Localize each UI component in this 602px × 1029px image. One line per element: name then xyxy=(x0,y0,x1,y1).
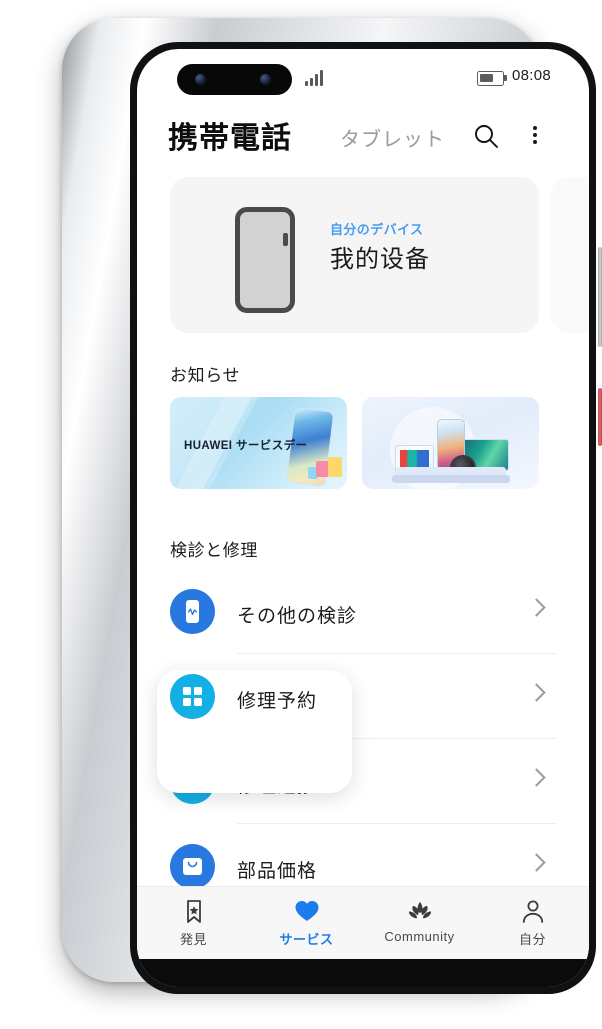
tab-mobile[interactable]: 携帯電話 xyxy=(168,113,292,157)
power-button[interactable] xyxy=(598,388,602,446)
grid-squares-icon-highlighted xyxy=(170,674,215,719)
nav-label: 発見 xyxy=(179,932,207,947)
shopping-bag-icon xyxy=(170,844,215,889)
status-bar: 08:08 xyxy=(137,49,589,107)
device-card[interactable]: 自分のデバイス 我的设备 xyxy=(170,177,539,333)
search-icon[interactable] xyxy=(473,123,499,149)
chevron-right-icon[interactable] xyxy=(527,598,546,617)
banner-service-day-text: HUAWEI サービスデー xyxy=(184,440,308,452)
device-subtitle: 自分のデバイス xyxy=(330,222,424,237)
repair-menu-list: その他の検診 修理予約 xyxy=(137,569,589,909)
phone-frame: 08:08 携帯電話 タブレット 自分のデバイス 我的设备 お知らせ HUAWE… xyxy=(62,18,602,994)
battery-fill xyxy=(479,73,493,82)
signal-bars-icon xyxy=(305,68,327,86)
nav-item-profile[interactable]: 自分 xyxy=(476,897,589,953)
device-card-next[interactable] xyxy=(551,177,589,333)
overflow-menu-icon[interactable] xyxy=(532,123,538,149)
pedestal-decoration xyxy=(392,475,510,483)
menu-item-label: 部品価格 xyxy=(237,861,318,882)
phone-screen: 08:08 携帯電話 タブレット 自分のデバイス 我的设备 お知らせ HUAWE… xyxy=(137,49,589,987)
menu-item-label-highlighted: 修理予約 xyxy=(237,691,318,712)
lotus-icon xyxy=(406,897,434,925)
volume-button[interactable] xyxy=(598,247,602,347)
battery-cap-icon xyxy=(504,75,507,81)
status-time: 08:08 xyxy=(512,67,552,84)
nav-label: Community xyxy=(384,929,455,944)
menu-item-other-diagnosis[interactable]: その他の検診 xyxy=(137,569,589,654)
laptop-screen-art xyxy=(400,450,429,467)
gift-box-icon xyxy=(328,457,342,477)
camera-lens-icon xyxy=(260,74,271,85)
notice-section-title: お知らせ xyxy=(170,366,241,385)
app-header: 携帯電話 タブレット xyxy=(137,107,589,169)
camera-punch-hole xyxy=(177,64,292,95)
device-title: 我的设备 xyxy=(330,246,430,273)
bookmark-star-icon xyxy=(180,897,208,925)
nav-item-discover[interactable]: 発見 xyxy=(137,897,250,953)
nav-item-service[interactable]: サービス xyxy=(250,897,363,953)
person-icon xyxy=(519,897,547,925)
gesture-navigation-bar[interactable] xyxy=(137,959,589,987)
chevron-right-icon[interactable] xyxy=(527,768,546,787)
battery-icon xyxy=(477,71,504,86)
device-card-row: 自分のデバイス 我的设备 xyxy=(137,177,589,343)
phone-side-button-icon xyxy=(283,233,288,246)
chevron-right-icon[interactable] xyxy=(527,853,546,872)
nav-label: 自分 xyxy=(518,932,546,947)
banner-products[interactable] xyxy=(362,397,539,489)
menu-item-label: その他の検診 xyxy=(237,606,358,627)
bottom-navigation: 発見 サービス Community 自分 xyxy=(137,886,589,959)
heart-icon xyxy=(293,897,321,925)
camera-lens-icon xyxy=(195,74,206,85)
chevron-right-icon[interactable] xyxy=(527,683,546,702)
banner-service-day[interactable]: HUAWEI サービスデー xyxy=(170,397,347,489)
phone-outline-icon xyxy=(235,207,295,313)
tab-tablet[interactable]: タブレット xyxy=(340,123,445,152)
nav-label: サービス xyxy=(279,932,334,947)
nav-item-community[interactable]: Community xyxy=(363,897,476,953)
phone-diagnostic-icon xyxy=(170,589,215,634)
repair-section-title: 検診と修理 xyxy=(170,541,258,560)
